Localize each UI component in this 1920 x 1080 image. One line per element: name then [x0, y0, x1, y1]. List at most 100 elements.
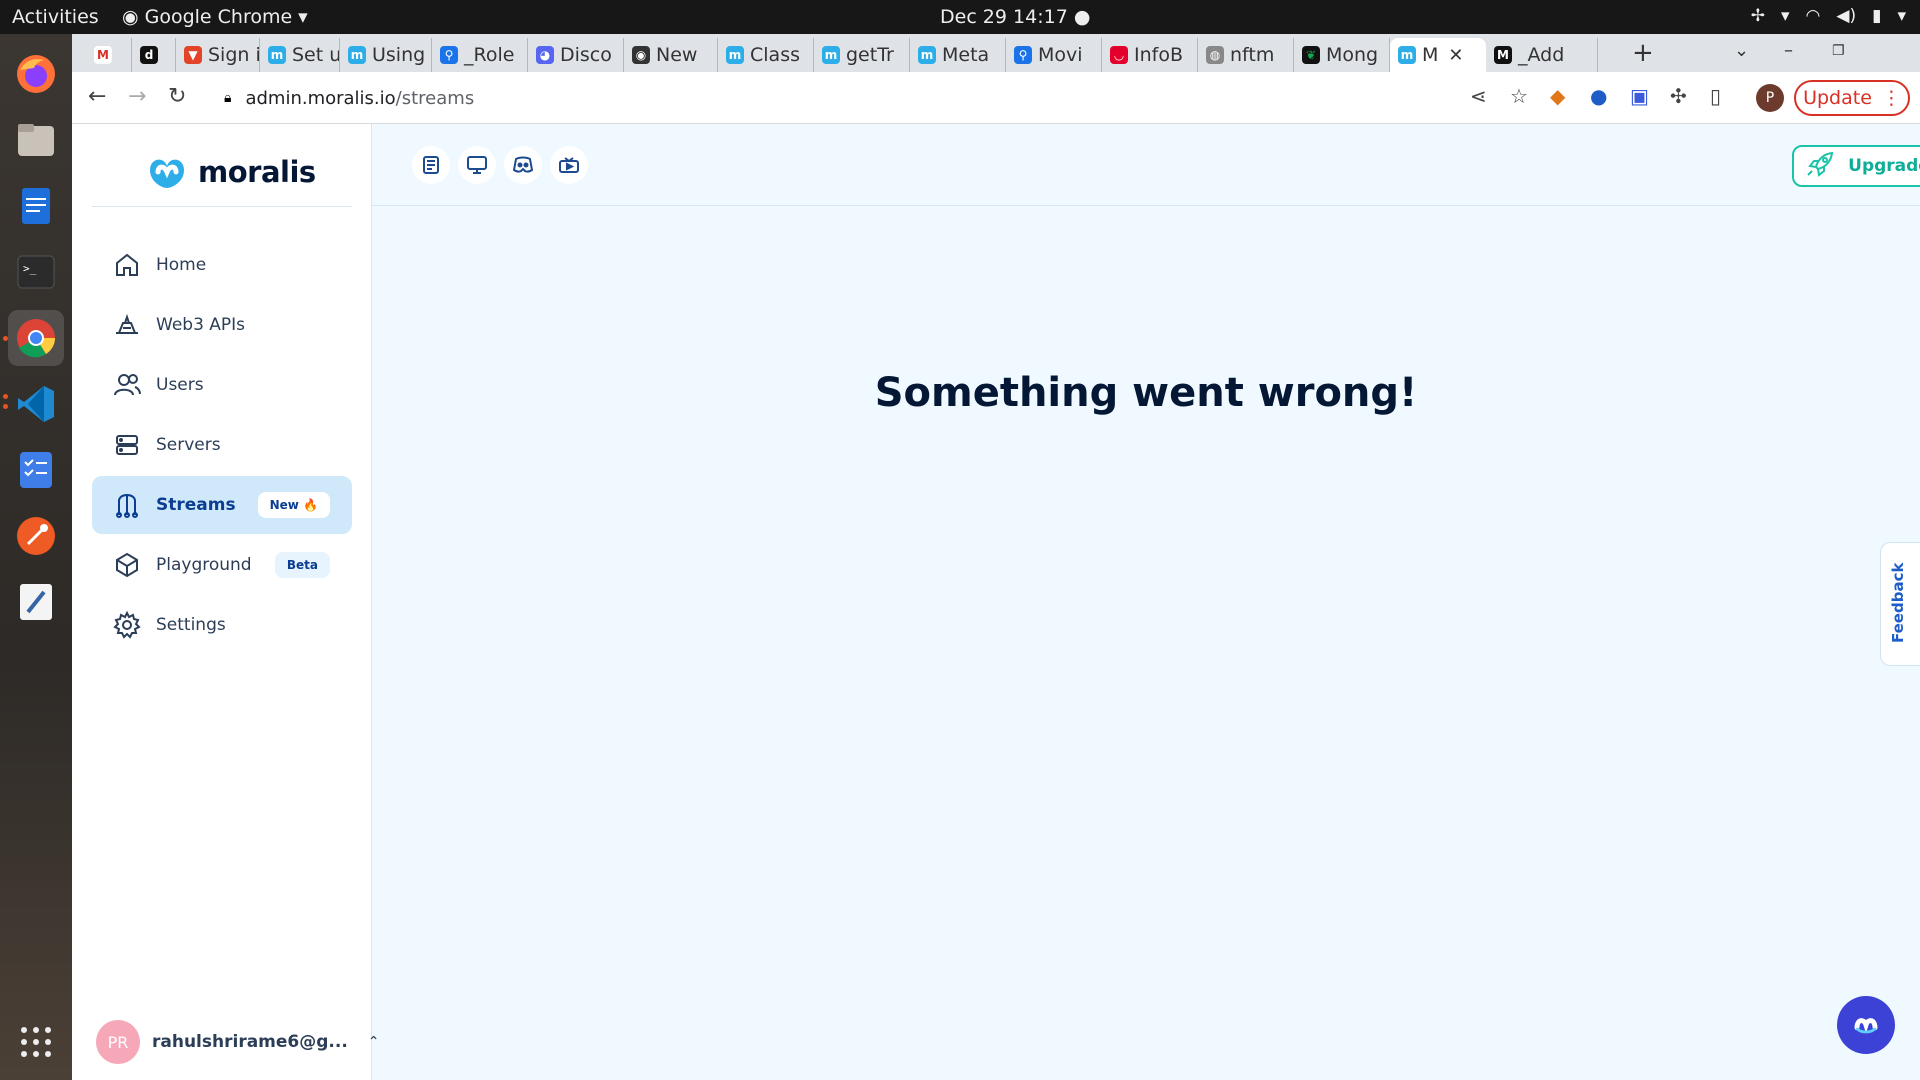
tab-moralis-4[interactable]: m getTr: [814, 38, 910, 72]
tab-search-2[interactable]: ⚲ Movi: [1006, 38, 1102, 72]
tab-title: Meta: [942, 44, 990, 66]
extension-blue-icon[interactable]: ●: [1590, 84, 1607, 108]
tab-strip: M d ▼ Sign i m Set u m Using ⚲ _Role ◕ Disco …: [72, 34, 1920, 72]
servers-icon: [112, 430, 142, 460]
more-vert-icon: ⋮: [1881, 87, 1901, 109]
tab-title: M: [1422, 44, 1439, 66]
extensions-puzzle-icon[interactable]: ✣: [1670, 84, 1687, 108]
clock[interactable]: Dec 29 14:17 ●: [940, 6, 1090, 28]
tutorials-icon[interactable]: [458, 146, 496, 184]
discord-icon: ◕: [536, 46, 554, 64]
sidebar-item-web3-apis[interactable]: Web3 APIs: [92, 296, 352, 354]
tab-add[interactable]: M _Add: [1486, 38, 1598, 72]
home-icon: [112, 250, 142, 280]
tab-title: Using: [372, 44, 426, 66]
address-bar[interactable]: 🔒︎ admin.moralis.io/streams: [208, 78, 1488, 118]
app-menu[interactable]: ◉ Google Chrome ▾: [122, 6, 308, 28]
feedback-tab[interactable]: Feedback: [1880, 542, 1920, 666]
tab-title: _Role: [464, 44, 515, 66]
page-header: Upgrade: [372, 124, 1920, 206]
tab-github[interactable]: ◉ New: [624, 38, 718, 72]
tab-search-1[interactable]: ⚲ _Role: [432, 38, 528, 72]
sidebar-item-servers[interactable]: Servers: [92, 416, 352, 474]
back-icon[interactable]: ←: [88, 84, 106, 109]
moralis-chat-button[interactable]: [1837, 996, 1895, 1054]
sidebar-item-users[interactable]: Users: [92, 356, 352, 414]
firefox-icon[interactable]: [8, 46, 64, 102]
tab-title: New: [656, 44, 698, 66]
mongodb-icon: ❦: [1302, 46, 1320, 64]
system-top-bar: Activities ◉ Google Chrome ▾ Dec 29 14:1…: [0, 0, 1920, 34]
tab-moralis-5[interactable]: m Meta: [910, 38, 1006, 72]
docs-icon[interactable]: [412, 146, 450, 184]
tab-globe[interactable]: ◍ nftm: [1198, 38, 1294, 72]
tab-infobip[interactable]: ◡ InfoB: [1102, 38, 1198, 72]
todo-icon[interactable]: [8, 442, 64, 498]
tab-gmail[interactable]: M: [86, 38, 132, 72]
feedback-label: Feedback: [1889, 562, 1907, 643]
upgrade-label: Upgrade: [1848, 156, 1920, 176]
files-icon[interactable]: [8, 112, 64, 168]
user-email: rahulshrirame6@g...: [152, 1032, 348, 1052]
tab-title: Class: [750, 44, 800, 66]
app-menu-label: Google Chrome: [144, 6, 293, 28]
tab-moralis-3[interactable]: m Class: [718, 38, 814, 72]
chevron-down-icon: ▾: [1780, 6, 1790, 26]
youtube-icon[interactable]: [550, 146, 588, 184]
discord-icon[interactable]: [504, 146, 542, 184]
tab-moralis-1[interactable]: m Set u: [260, 38, 340, 72]
close-tab-icon[interactable]: ✕: [1448, 45, 1463, 66]
search-icon: ⚲: [1014, 46, 1032, 64]
tab-title: nftm: [1230, 44, 1275, 66]
vscode-icon[interactable]: [8, 376, 64, 432]
chrome-icon[interactable]: [8, 310, 64, 366]
chrome-small-icon: ◉: [122, 6, 139, 28]
dock: >_: [0, 34, 72, 1080]
moralis-icon: m: [1398, 46, 1416, 64]
tab-moralis-active[interactable]: m M ✕: [1390, 38, 1486, 72]
bookmark-star-icon[interactable]: ☆: [1510, 84, 1528, 108]
minimize-icon[interactable]: –: [1784, 40, 1793, 61]
sidebar-item-streams[interactable]: Streams New 🔥: [92, 476, 352, 534]
sidebar-item-playground[interactable]: Playground Beta: [92, 536, 352, 594]
tab-moralis-2[interactable]: m Using: [340, 38, 432, 72]
terminal-icon[interactable]: >_: [8, 244, 64, 300]
tab-dev[interactable]: d: [132, 38, 176, 72]
lock-icon: 🔒︎: [224, 90, 232, 106]
upgrade-button[interactable]: Upgrade: [1792, 145, 1920, 187]
system-tray[interactable]: ✢ ▾ ◠ ◀) ▮ ▾: [1751, 6, 1906, 26]
reload-icon[interactable]: ↻: [168, 84, 186, 109]
sidebar-item-settings[interactable]: Settings: [92, 596, 352, 654]
update-button[interactable]: Update ⋮: [1794, 80, 1910, 116]
user-menu[interactable]: PR rahulshrirame6@g... ⌃: [96, 1020, 380, 1064]
sidebar: moralis Home Web3 APIs Users Servers Str…: [72, 124, 380, 1080]
new-tab-button[interactable]: +: [1632, 38, 1654, 68]
sidebar-item-home[interactable]: Home: [92, 236, 352, 294]
tab-search-chevron-icon[interactable]: ⌄: [1734, 40, 1749, 61]
globe-icon: ◍: [1206, 46, 1224, 64]
forward-icon[interactable]: →: [128, 84, 146, 109]
restore-icon[interactable]: ❐: [1832, 43, 1845, 59]
writer-icon[interactable]: [8, 178, 64, 234]
new-badge: New 🔥: [257, 492, 330, 518]
error-message: Something went wrong!: [874, 370, 1418, 416]
tab-discord[interactable]: ◕ Disco: [528, 38, 624, 72]
tab-gitlab[interactable]: ▼ Sign i: [176, 38, 260, 72]
postman-icon[interactable]: [8, 508, 64, 564]
tab-title: _Add: [1518, 44, 1565, 66]
tab-title: Disco: [560, 44, 612, 66]
app-grid-icon[interactable]: [8, 1014, 64, 1070]
share-icon[interactable]: ⋖: [1470, 84, 1487, 108]
activities-button[interactable]: Activities: [12, 6, 99, 28]
tab-title: Movi: [1038, 44, 1083, 66]
gmail-icon: M: [94, 46, 112, 64]
screen-capture-icon[interactable]: ▣: [1630, 84, 1649, 108]
text-editor-icon[interactable]: [8, 574, 64, 630]
tab-mongodb[interactable]: ❦ Mong: [1294, 38, 1390, 72]
moralis-logo[interactable]: moralis: [144, 152, 316, 192]
sidebar-item-label: Users: [156, 375, 204, 395]
side-panel-icon[interactable]: ▯: [1710, 84, 1721, 108]
update-label: Update: [1803, 87, 1872, 109]
metamask-icon[interactable]: ◆: [1550, 84, 1565, 108]
profile-avatar[interactable]: P: [1756, 84, 1784, 112]
